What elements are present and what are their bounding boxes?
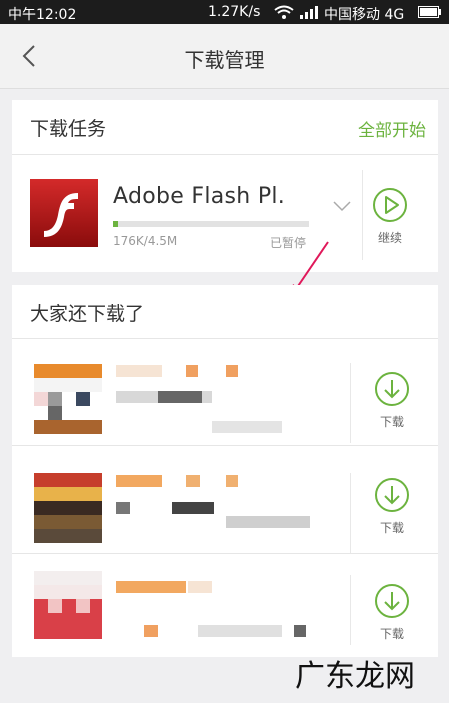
- download-button[interactable]: 下载: [370, 477, 414, 536]
- app-thumbnail: [34, 585, 102, 599]
- download-icon: [375, 584, 409, 618]
- divider: [12, 338, 438, 339]
- divider: [362, 170, 363, 260]
- app-thumbnail: [34, 364, 102, 378]
- status-bar: 中午12:02 1.27K/s 中国移动 4G: [0, 0, 449, 24]
- download-button[interactable]: 下载: [370, 371, 414, 430]
- app-desc-blurred: [212, 421, 282, 433]
- app-desc-blurred: [294, 625, 306, 637]
- resume-label: 继续: [377, 231, 402, 245]
- download-label: 下载: [379, 415, 404, 429]
- app-thumbnail: [34, 378, 102, 392]
- app-thumbnail: [34, 571, 102, 585]
- app-thumbnail: [34, 473, 102, 487]
- section-title-recommend: 大家还下载了: [30, 303, 145, 325]
- progress-fill: [113, 221, 118, 227]
- flash-player-icon: [30, 179, 98, 247]
- signal-icon: [300, 6, 318, 19]
- recommend-card: 大家还下载了 下载 下载 下载: [12, 285, 438, 657]
- app-name: Adobe Flash Pl.: [113, 184, 286, 209]
- app-thumbnail: [76, 599, 90, 613]
- start-all-button[interactable]: 全部开始: [358, 116, 426, 141]
- app-thumbnail: [34, 599, 102, 639]
- download-icon: [375, 372, 409, 406]
- download-size: 176K/4.5M: [113, 234, 178, 248]
- app-title-blurred: [226, 475, 238, 487]
- download-label: 下载: [379, 627, 404, 641]
- carrier-label: 中国移动 4G: [324, 7, 405, 23]
- chevron-down-icon[interactable]: [332, 200, 352, 212]
- app-thumbnail: [34, 501, 102, 515]
- wifi-icon: [274, 5, 294, 19]
- divider: [12, 553, 438, 554]
- divider: [350, 363, 351, 443]
- watermark-text: 广东龙网: [295, 659, 415, 694]
- app-desc-blurred: [198, 625, 282, 637]
- nav-bar: 下载管理: [0, 24, 449, 89]
- app-thumbnail: [34, 420, 102, 434]
- section-title-tasks: 下载任务: [30, 118, 107, 140]
- app-thumbnail: [34, 487, 102, 501]
- download-button[interactable]: 下载: [370, 583, 414, 642]
- download-tasks-card: 下载任务 全部开始 Adobe Flash Pl. 176K/4.5M 已暂停 …: [12, 100, 438, 298]
- app-desc-blurred: [144, 625, 158, 637]
- app-title-blurred: [188, 581, 212, 593]
- divider: [350, 473, 351, 553]
- page-title: 下载管理: [184, 48, 265, 72]
- download-icon: [375, 478, 409, 512]
- app-thumbnail: [34, 529, 102, 543]
- download-progress-bar: [113, 221, 309, 227]
- app-desc-blurred: [158, 391, 202, 403]
- app-desc-blurred: [116, 502, 130, 514]
- app-title-blurred: [186, 475, 200, 487]
- app-thumbnail: [48, 599, 62, 613]
- app-title-blurred: [116, 475, 162, 487]
- app-desc-blurred: [172, 502, 214, 514]
- app-title-blurred: [116, 581, 186, 593]
- app-thumbnail: [48, 392, 62, 406]
- divider: [350, 575, 351, 645]
- resume-button[interactable]: 继续: [368, 187, 412, 246]
- app-title-blurred: [116, 365, 162, 377]
- app-title-blurred: [226, 365, 238, 377]
- network-speed: 1.27K/s: [208, 4, 261, 20]
- app-thumbnail: [76, 392, 90, 406]
- app-thumbnail: [48, 406, 62, 420]
- divider: [12, 445, 438, 446]
- divider: [12, 154, 438, 155]
- battery-icon: [418, 6, 441, 18]
- status-time: 中午12:02: [8, 7, 77, 23]
- app-title-blurred: [186, 365, 198, 377]
- app-thumbnail: [34, 392, 48, 406]
- download-label: 下载: [379, 521, 404, 535]
- play-icon: [373, 188, 407, 222]
- app-thumbnail: [34, 515, 102, 529]
- app-desc-blurred: [226, 516, 310, 528]
